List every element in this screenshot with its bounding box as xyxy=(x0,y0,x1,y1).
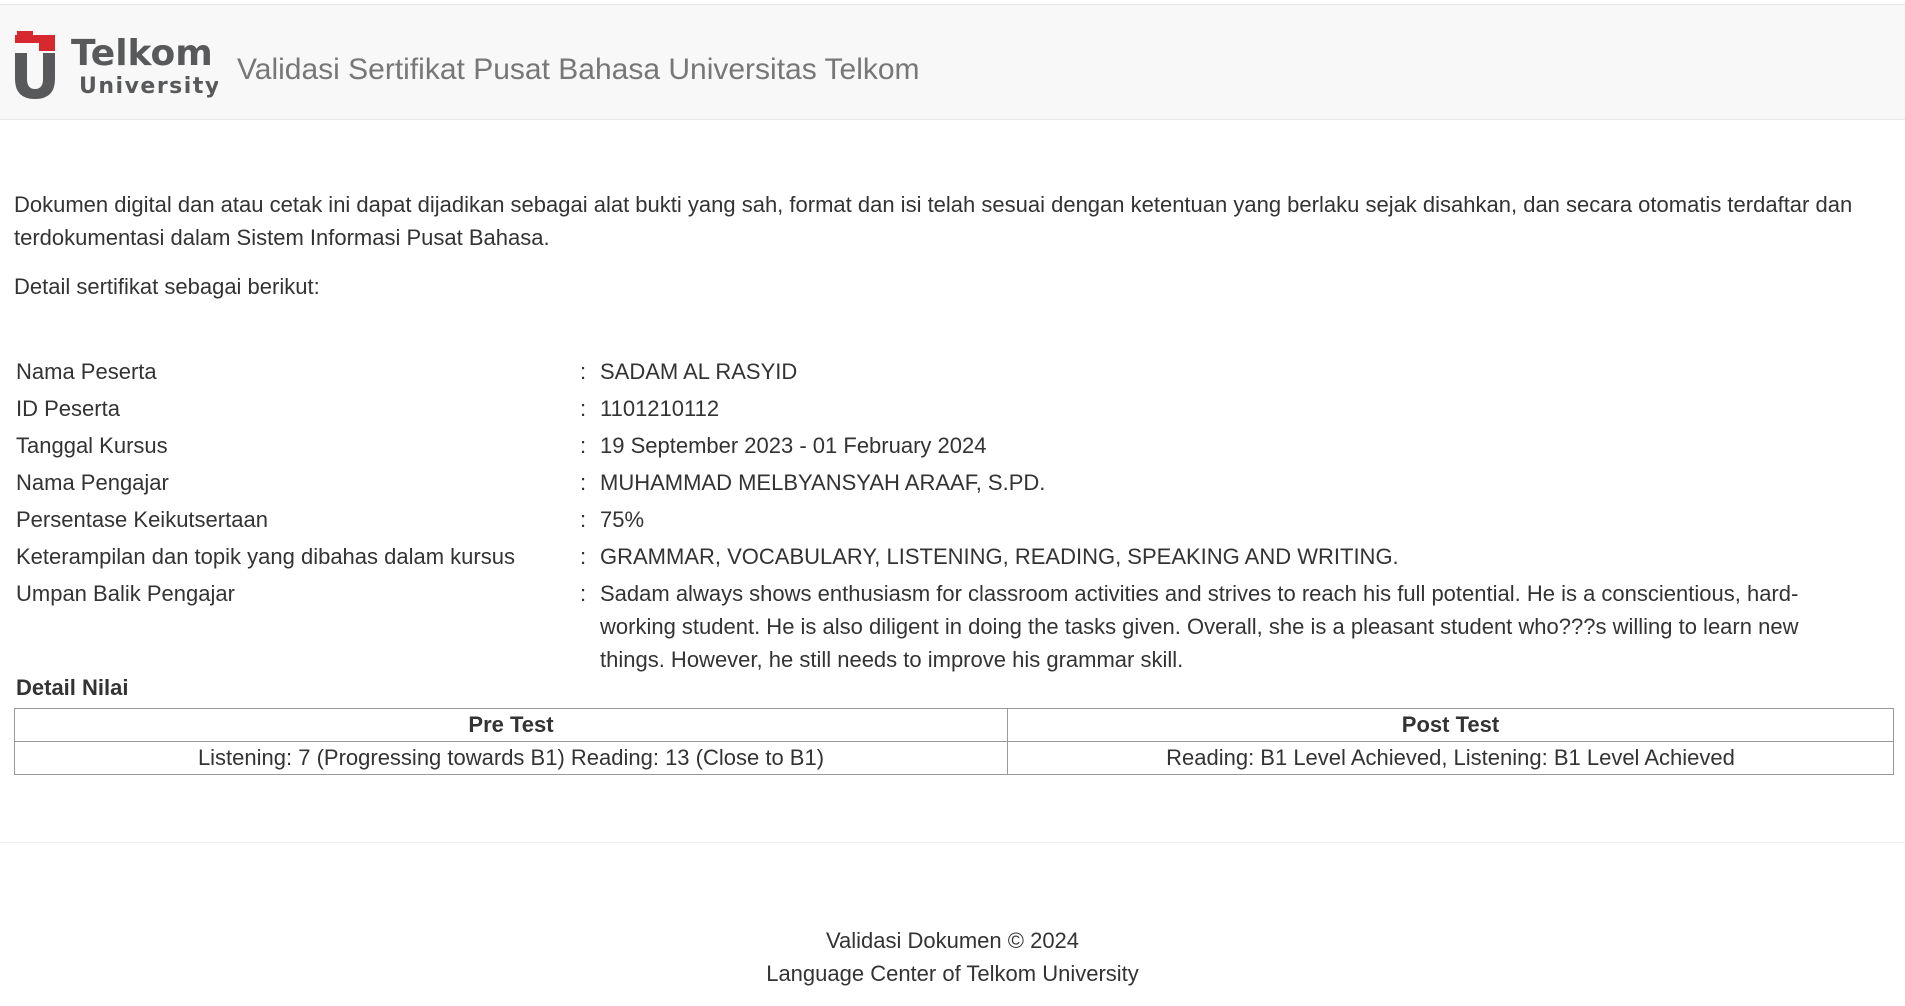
detail-colon: : xyxy=(580,507,587,532)
detail-colon: : xyxy=(580,359,587,384)
page-title[interactable]: Validasi Sertifikat Pusat Bahasa Univers… xyxy=(237,55,920,85)
telkom-university-logo[interactable]: Telkom University xyxy=(13,29,218,99)
detail-label: Persentase Keikutsertaan xyxy=(16,507,268,532)
detail-colon: : xyxy=(580,433,587,458)
pre-test-header: Pre Test xyxy=(14,708,1008,742)
detail-colon: : xyxy=(580,544,587,569)
score-header-row: Pre Test Post Test xyxy=(14,708,1894,742)
footer-copyright: Validasi Dokumen © 2024 xyxy=(825,928,1080,953)
footer-divider xyxy=(0,842,1905,843)
footer-organization: Language Center of Telkom University xyxy=(766,961,1139,986)
detail-value: MUHAMMAD MELBYANSYAH ARAAF, S.PD. xyxy=(600,470,1046,495)
score-row: Listening: 7 (Progressing towards B1) Re… xyxy=(14,741,1894,775)
detail-value: GRAMMAR, VOCABULARY, LISTENING, READING,… xyxy=(600,544,1399,569)
footer: Validasi Dokumen © 2024 Language Center … xyxy=(0,924,1905,990)
detail-colon: : xyxy=(580,581,587,606)
detail-value: SADAM AL RASYID xyxy=(600,359,798,384)
post-test-header: Post Test xyxy=(1007,708,1894,742)
detail-value: Sadam always shows enthusiasm for classr… xyxy=(600,581,1799,672)
main-content: Dokumen digital dan atau cetak ini dapat… xyxy=(14,188,1890,303)
detail-row: Nama Pengajar : MUHAMMAD MELBYANSYAH ARA… xyxy=(14,464,1867,501)
detail-value: 75% xyxy=(600,507,645,532)
detail-label: ID Peserta xyxy=(16,396,120,421)
detail-label: Nama Peserta xyxy=(16,359,157,384)
certificate-details-table: Nama Peserta : SADAM AL RASYID ID Pesert… xyxy=(14,353,1867,678)
detail-row: Umpan Balik Pengajar : Sadam always show… xyxy=(14,575,1867,678)
detail-value: 19 September 2023 - 01 February 2024 xyxy=(600,433,987,458)
pre-test-value: Listening: 7 (Progressing towards B1) Re… xyxy=(14,741,1008,775)
detail-label: Tanggal Kursus xyxy=(16,433,168,458)
detail-row: ID Peserta : 1101210112 xyxy=(14,390,1867,427)
detail-row: Persentase Keikutsertaan : 75% xyxy=(14,501,1867,538)
detail-label: Keterampilan dan topik yang dibahas dala… xyxy=(16,544,515,569)
detail-heading: Detail sertifikat sebagai berikut: xyxy=(14,274,320,299)
intro-paragraph: Dokumen digital dan atau cetak ini dapat… xyxy=(14,192,1853,250)
detail-row: Keterampilan dan topik yang dibahas dala… xyxy=(14,538,1867,575)
post-test-value: Reading: B1 Level Achieved, Listening: B… xyxy=(1007,741,1894,775)
detail-row: Nama Peserta : SADAM AL RASYID xyxy=(14,353,1867,390)
logo-sub: University xyxy=(79,74,218,99)
score-table: Pre Test Post Test Listening: 7 (Progres… xyxy=(14,708,1894,775)
detail-value: 1101210112 xyxy=(600,396,720,421)
detail-colon: : xyxy=(580,396,587,421)
detail-label: Umpan Balik Pengajar xyxy=(16,581,235,606)
score-section-title: Detail Nilai xyxy=(16,675,129,700)
detail-colon: : xyxy=(580,470,587,495)
detail-row: Tanggal Kursus : 19 September 2023 - 01 … xyxy=(14,427,1867,464)
logo-word: Telkom xyxy=(71,33,213,74)
detail-label: Nama Pengajar xyxy=(16,470,169,495)
top-navbar: Telkom University Validasi Sertifikat Pu… xyxy=(0,4,1905,120)
